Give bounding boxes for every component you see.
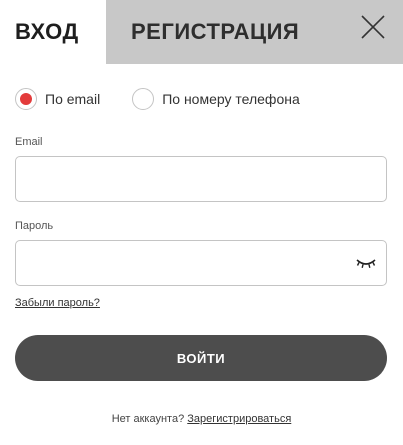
forgot-password-link[interactable]: Забыли пароль? [15,297,100,309]
radio-phone-unchecked-icon [132,88,155,110]
close-icon[interactable] [360,14,386,40]
radio-email-label: По email [45,91,101,107]
password-field[interactable] [16,241,386,285]
tab-login-label: ВХОД [15,19,79,44]
password-label: Пароль [15,220,54,232]
radio-email[interactable]: По email [15,88,100,110]
radio-email-checked-icon [15,88,37,110]
register-link[interactable]: Зарегистрироваться [187,413,291,425]
radio-phone-label: По номеру телефона [162,91,300,107]
eye-closed-icon[interactable] [355,256,377,270]
email-label: Email [15,136,43,148]
password-field-wrapper [15,240,387,286]
tab-register[interactable]: РЕГИСТРАЦИЯ [106,0,403,64]
tab-login[interactable]: ВХОД [0,0,106,64]
email-field[interactable] [16,157,386,201]
auth-tabs: ВХОД РЕГИСТРАЦИЯ [0,0,403,64]
no-account-text: Нет аккаунта? [111,413,185,425]
email-field-wrapper [15,156,387,202]
login-method-group: По email По номеру телефона [15,88,300,110]
radio-phone[interactable]: По номеру телефона [132,88,300,110]
footer: Нет аккаунта? Зарегистрироваться [0,413,403,425]
login-button[interactable]: ВОЙТИ [15,335,387,381]
tab-register-label: РЕГИСТРАЦИЯ [131,19,300,44]
